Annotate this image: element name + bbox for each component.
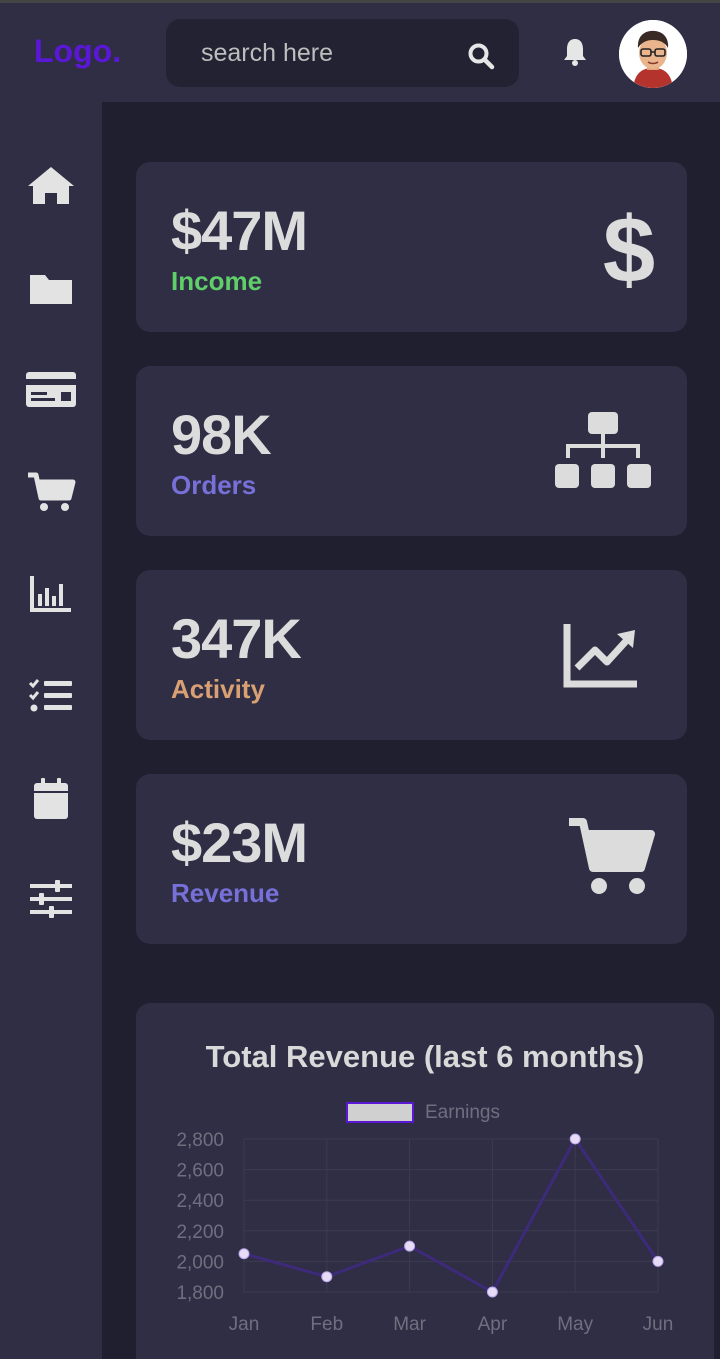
sidebar-item-tasks[interactable] — [24, 674, 78, 718]
sidebar-item-files[interactable] — [24, 267, 78, 311]
legend-label: Earnings — [425, 1102, 500, 1123]
y-tick-label: 1,800 — [176, 1283, 224, 1304]
income-label: Income — [171, 266, 263, 296]
data-point — [238, 1248, 250, 1260]
y-tick-label: 2,000 — [176, 1252, 224, 1273]
top-bar: Logo. search here — [0, 0, 720, 102]
activity-label: Activity — [171, 674, 265, 704]
revenue-line-chart: Earnings 2,800 2,600 2,400 2,200 2,000 1,800Ja… — [176, 1102, 674, 1335]
orders-label: Orders — [171, 470, 257, 500]
revenue-chart-card: Total Revenue (last 6 months) Earnings 2,… — [136, 1003, 714, 1359]
revenue-label: Revenue — [171, 878, 280, 908]
avatar-image — [619, 20, 687, 88]
svg-text:$: $ — [603, 204, 655, 288]
dollar-icon: $ — [603, 204, 655, 288]
credit-card-icon — [26, 372, 76, 407]
data-point — [569, 1133, 581, 1145]
legend-swatch — [346, 1102, 414, 1123]
y-tick-label: 2,600 — [176, 1161, 224, 1182]
series-line-earnings — [243, 1136, 660, 1295]
data-point — [486, 1286, 498, 1298]
y-tick-label: 2,800 — [176, 1130, 224, 1151]
x-tick-label: Mar — [393, 1314, 426, 1335]
data-point — [321, 1271, 333, 1283]
search-input[interactable]: search here — [201, 39, 333, 68]
revenue-value: $23M — [171, 811, 308, 874]
data-point — [652, 1255, 664, 1267]
search-icon[interactable] — [467, 42, 495, 70]
calendar-icon — [34, 778, 68, 819]
sitemap-icon — [555, 412, 651, 488]
sliders-icon — [30, 880, 72, 918]
home-icon — [28, 167, 74, 204]
sidebar-item-settings[interactable] — [24, 877, 78, 921]
sidebar-item-payments[interactable] — [24, 367, 78, 411]
avatar[interactable] — [619, 20, 687, 88]
bell-icon[interactable] — [562, 37, 588, 67]
bar-chart-icon — [30, 576, 71, 612]
orders-card[interactable]: 98K Orders — [136, 366, 687, 536]
activity-card[interactable]: 347K Activity — [136, 570, 687, 740]
sidebar-item-home[interactable] — [24, 164, 78, 208]
sidebar — [0, 102, 102, 1359]
cart-icon — [28, 472, 76, 511]
x-tick-label: Feb — [310, 1314, 343, 1335]
data-point — [404, 1240, 416, 1252]
x-tick-label: Jun — [643, 1314, 674, 1335]
search-box[interactable]: search here — [166, 19, 519, 87]
orders-value: 98K — [171, 403, 272, 466]
sidebar-item-analytics[interactable] — [24, 572, 78, 616]
income-card[interactable]: $47M Income $ — [136, 162, 687, 332]
y-tick-label: 2,200 — [176, 1222, 224, 1243]
logo[interactable]: Logo. — [34, 33, 121, 70]
sidebar-item-calendar[interactable] — [24, 777, 78, 821]
revenue-card[interactable]: $23M Revenue — [136, 774, 687, 944]
income-value: $47M — [171, 199, 308, 262]
sidebar-item-cart[interactable] — [24, 470, 78, 514]
y-tick-label: 2,400 — [176, 1191, 224, 1212]
activity-value: 347K — [171, 607, 302, 670]
checklist-icon — [28, 679, 72, 712]
cart-icon — [569, 818, 655, 894]
folder-icon — [30, 275, 72, 304]
trend-chart-icon — [563, 624, 637, 688]
x-tick-label: Jan — [229, 1314, 260, 1335]
x-tick-label: Apr — [478, 1314, 508, 1335]
x-tick-label: May — [557, 1314, 593, 1335]
